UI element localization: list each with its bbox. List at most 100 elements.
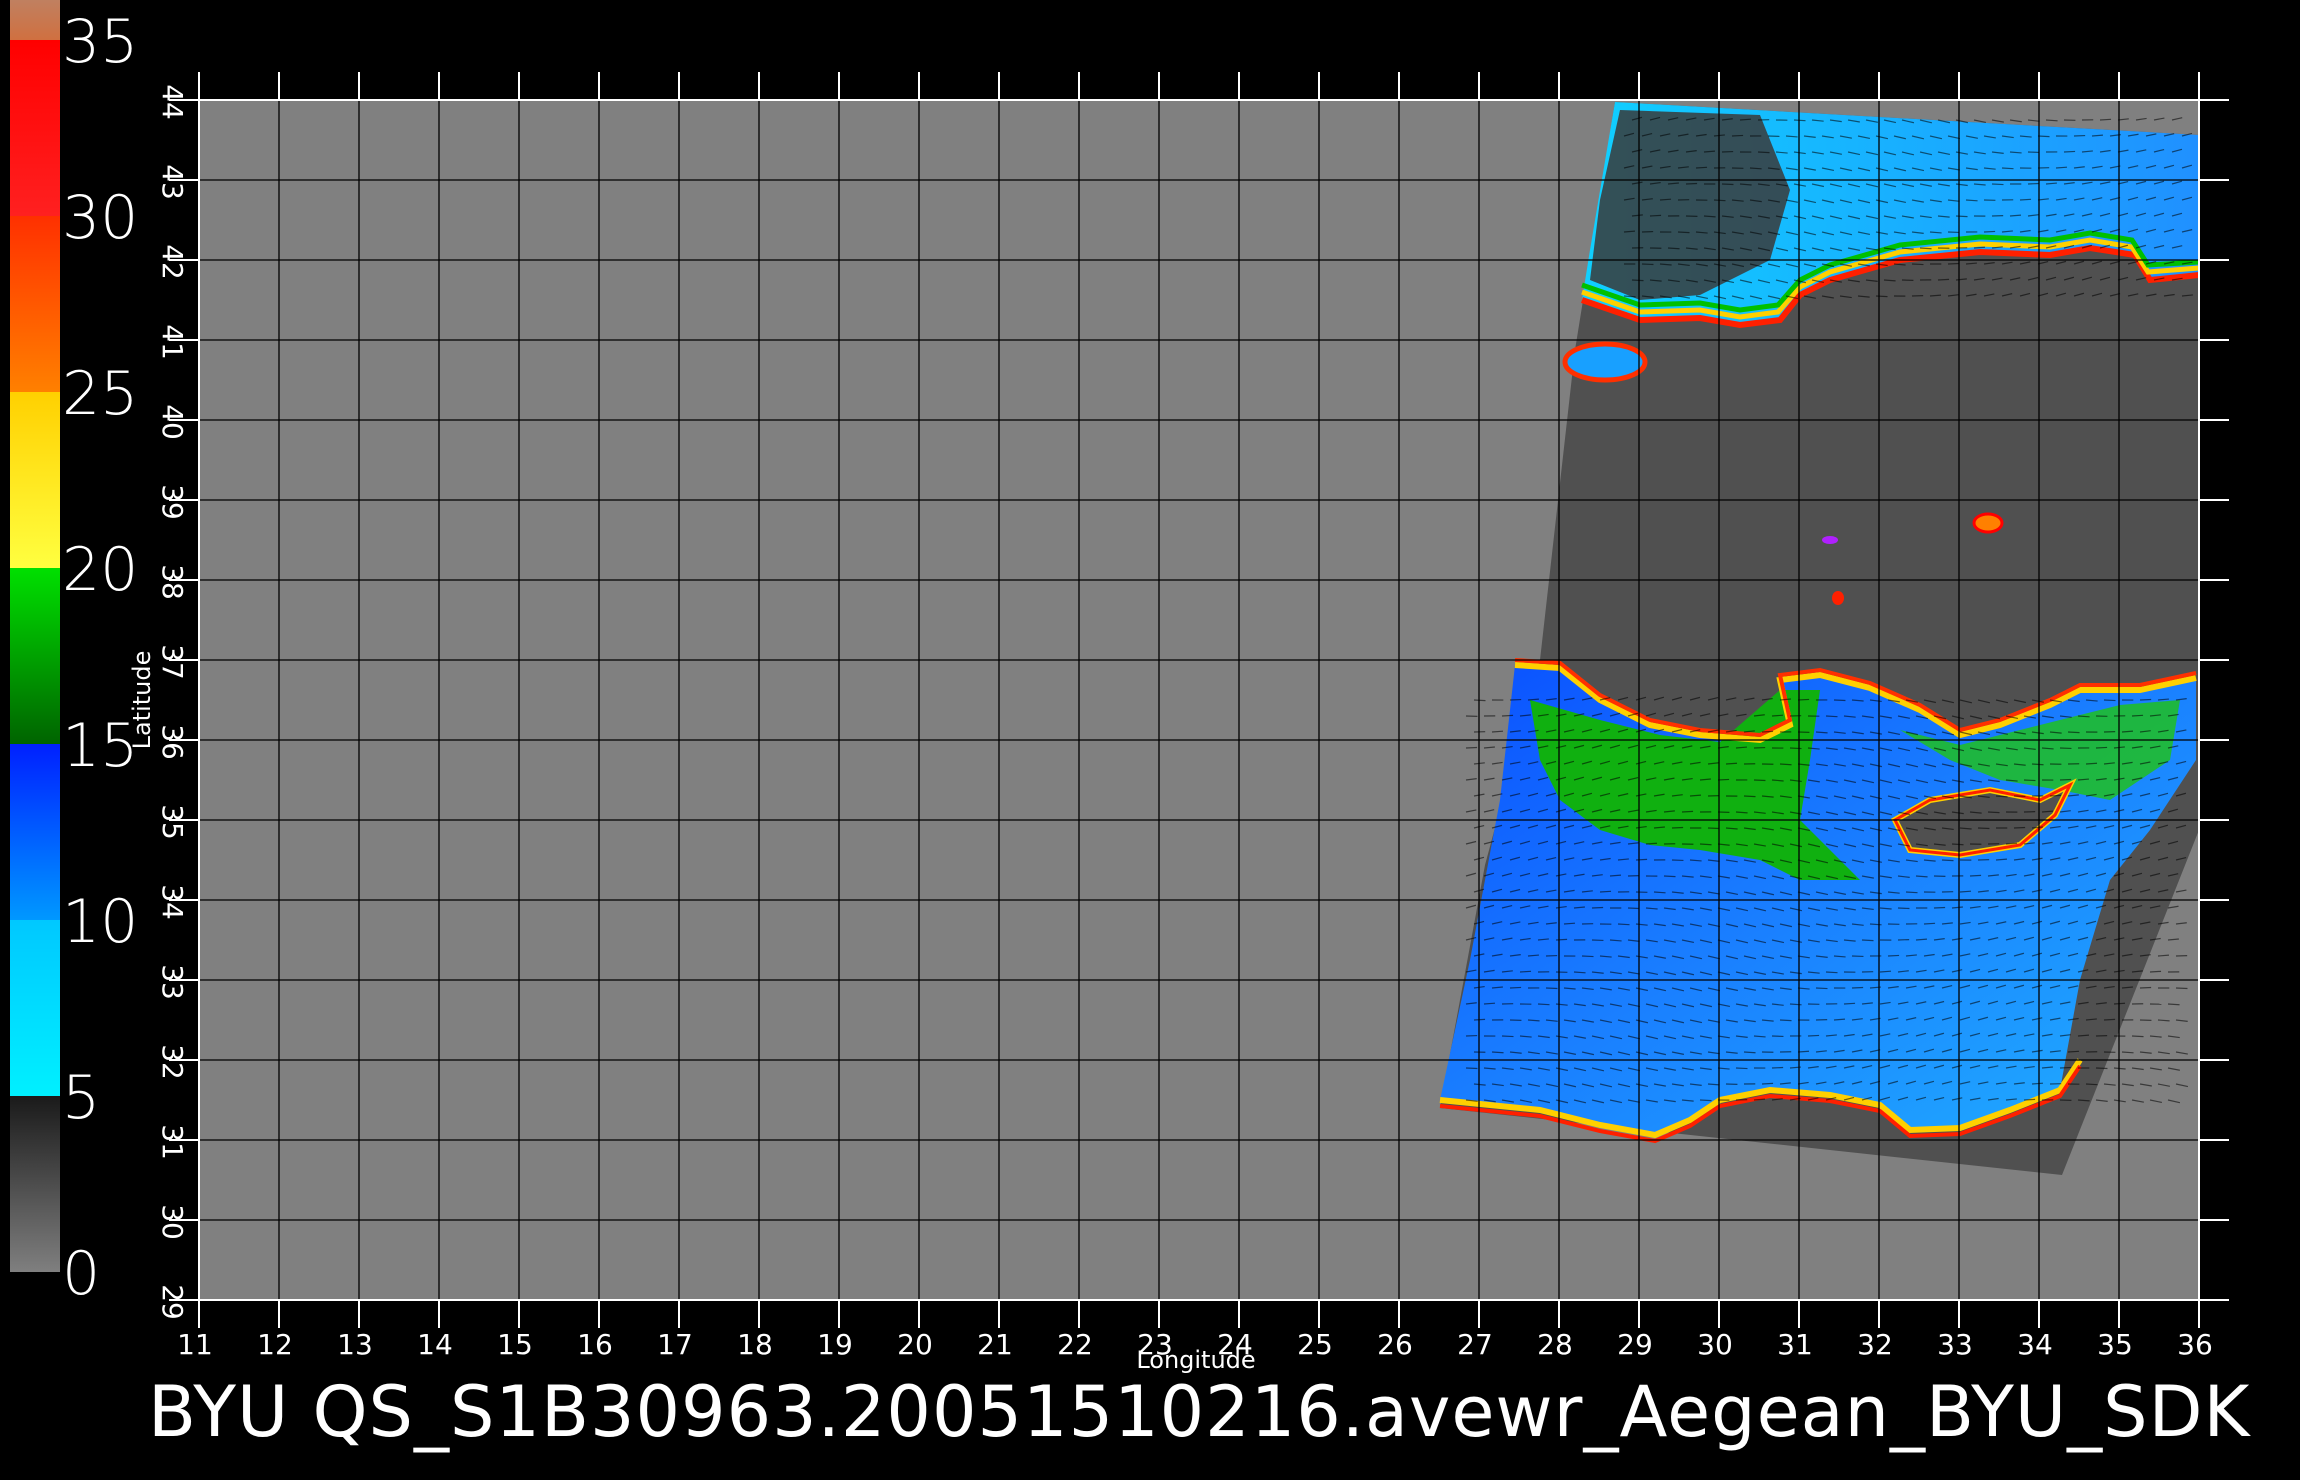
wind-vector: [2049, 794, 2062, 797]
wind-vector: [1833, 1018, 1846, 1021]
colorbar-label: 35: [62, 7, 138, 77]
colorbar-label: 0: [62, 1239, 100, 1309]
wind-vector: [1739, 118, 1752, 121]
lon-tick-label: 32: [1857, 1328, 1893, 1361]
wind-vector: [1797, 1050, 1810, 1053]
colorbar-label: 20: [62, 535, 138, 605]
lon-tick-label: 22: [1057, 1328, 1093, 1361]
wind-vector: [1491, 1051, 1504, 1054]
wind-vector: [1965, 199, 1978, 202]
wind-vector: [2037, 135, 2050, 138]
x-axis-title: Longitude: [1136, 1346, 1255, 1374]
wind-vector: [1875, 295, 1888, 298]
wind-vector: [2005, 842, 2018, 845]
wind-vector: [2131, 1035, 2144, 1038]
wind-vector: [1825, 971, 1838, 974]
wind-vector: [1815, 987, 1828, 990]
colorbar-segment: [10, 216, 60, 392]
wind-vector: [1573, 971, 1586, 974]
lat-tick-label: 30: [156, 1204, 189, 1240]
wind-vector: [2149, 970, 2162, 973]
wind-vector: [1779, 763, 1792, 766]
colorbar-label: 25: [62, 359, 138, 429]
lake-speck-2: [1822, 536, 1838, 544]
wind-vector: [1713, 199, 1726, 202]
lon-tick-label: 29: [1617, 1328, 1653, 1361]
colorbar-segment: [10, 568, 60, 744]
wind-vector: [1699, 1099, 1712, 1102]
wind-vector: [1779, 1019, 1792, 1022]
wind-vector: [2031, 763, 2044, 766]
colorbar: [10, 0, 60, 1272]
lon-tick-label: 31: [1777, 1328, 1813, 1361]
lon-tick-label: 33: [1937, 1328, 1973, 1361]
lon-tick-label: 15: [497, 1328, 533, 1361]
wind-vector: [1627, 907, 1640, 910]
wind-vector: [1959, 890, 1972, 893]
wind-vector: [2085, 1083, 2098, 1086]
wind-vector: [2095, 746, 2108, 749]
wind-vector: [1743, 1051, 1756, 1054]
wind-vector: [1825, 715, 1838, 718]
wind-vector: [1987, 811, 2000, 814]
wind-vector: [1537, 1003, 1550, 1006]
wind-vector: [1501, 1035, 1514, 1038]
wind-vector: [1969, 874, 1982, 877]
lat-tick-label: 42: [156, 244, 189, 280]
wind-vector: [2175, 987, 2188, 990]
wind-vector: [1735, 1067, 1748, 1070]
wind-vector: [1753, 1098, 1766, 1101]
lat-tick-label: 40: [156, 404, 189, 440]
lat-tick-label: 39: [156, 484, 189, 520]
wind-vector: [1761, 730, 1774, 733]
wind-vector: [2103, 1018, 2116, 1021]
wind-vector: [1631, 279, 1644, 282]
wind-vector: [1923, 922, 1936, 925]
colorbar-segment: [10, 0, 60, 40]
lat-tick-label: 34: [156, 884, 189, 920]
lon-tick-label: 28: [1537, 1328, 1573, 1361]
wind-vector: [1843, 1002, 1856, 1005]
lat-tick-label: 31: [156, 1124, 189, 1160]
colorbar-segment: [10, 40, 60, 216]
wind-vector: [2001, 167, 2014, 170]
wind-vector: [2077, 715, 2090, 718]
lat-tick-label: 41: [156, 324, 189, 360]
wind-vector: [1681, 810, 1694, 813]
wind-vector: [1797, 698, 1810, 701]
wind-vector: [1699, 843, 1712, 846]
colorbar-label: 5: [62, 1063, 100, 1133]
wind-vector: [1725, 762, 1738, 765]
wind-vector: [2063, 150, 2076, 153]
lon-tick-label: 27: [1457, 1328, 1493, 1361]
wind-vector: [1919, 247, 1932, 250]
y-axis-title: Latitude: [128, 651, 156, 750]
marmara-sea: [1562, 341, 1648, 383]
lon-tick-label: 36: [2177, 1328, 2213, 1361]
wind-vector: [2045, 119, 2058, 122]
wind-vector: [1887, 954, 1900, 957]
wind-vector: [1519, 970, 1532, 973]
colorbar-segment: [10, 920, 60, 1096]
wind-vector: [2103, 699, 2116, 702]
wind-vector: [2121, 1051, 2134, 1054]
wind-vector: [2023, 779, 2036, 782]
wind-vector: [1929, 294, 1942, 297]
lon-tick-label: 20: [897, 1328, 933, 1361]
wind-vector: [2131, 714, 2144, 717]
wind-vector: [2067, 731, 2080, 734]
lat-tick-label: 37: [156, 644, 189, 680]
lon-tick-label: 19: [817, 1328, 853, 1361]
wind-vector: [1757, 151, 1770, 154]
colorbar-labels: 35 30 25 20 15 10 5 0: [62, 7, 138, 1309]
lat-tick-label: 38: [156, 564, 189, 600]
wind-vector: [1527, 1019, 1540, 1022]
wind-vector: [1645, 842, 1658, 845]
wind-vector: [1749, 167, 1762, 170]
wind-vector: [1663, 875, 1676, 878]
wind-vector: [1793, 119, 1806, 122]
lon-tick-label: 25: [1297, 1328, 1333, 1361]
wind-vector: [1667, 247, 1680, 250]
colorbar-segment: [10, 392, 60, 568]
colorbar-segment: [10, 1096, 60, 1272]
